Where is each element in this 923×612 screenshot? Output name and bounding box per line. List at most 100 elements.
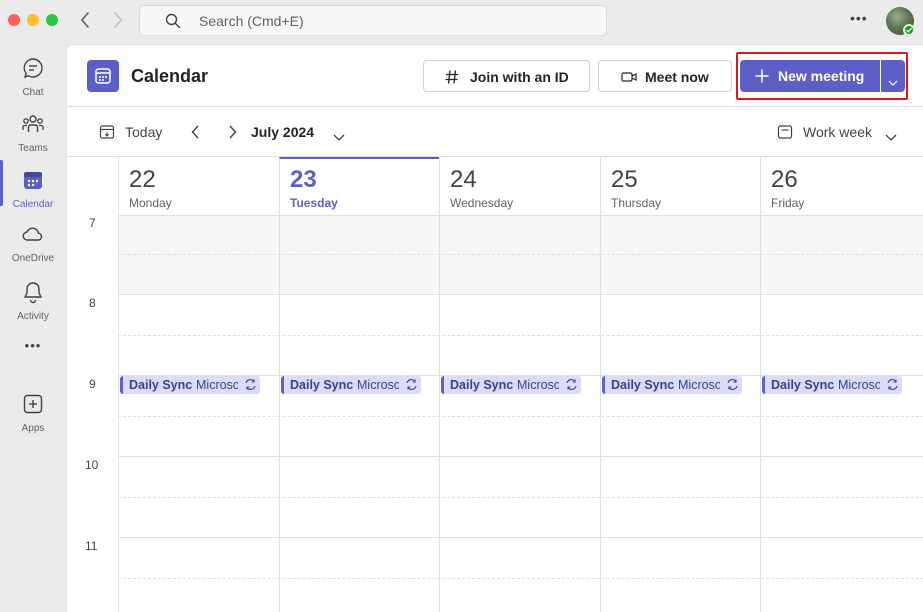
view-selector[interactable]: Work week xyxy=(775,119,899,145)
more-icon: ••• xyxy=(24,338,42,353)
event-location: Microsoft xyxy=(357,378,399,392)
work-week-icon xyxy=(777,124,793,145)
rail-item-label: Apps xyxy=(21,423,45,434)
meet-now-button[interactable]: Meet now xyxy=(598,60,732,92)
day-header-monday[interactable]: 22 Monday xyxy=(118,157,279,216)
event-location: Microsoft xyxy=(196,378,238,392)
previous-week-button[interactable] xyxy=(187,123,205,141)
rail-item-calendar[interactable]: Calendar xyxy=(0,162,66,214)
calendar-icon xyxy=(21,168,45,192)
cloud-icon xyxy=(21,222,45,246)
day-name: Monday xyxy=(129,196,172,210)
half-hour-line xyxy=(118,254,923,255)
chevron-down-icon xyxy=(333,129,345,147)
new-meeting-button[interactable]: New meeting xyxy=(740,60,880,92)
event-location: Microsoft xyxy=(517,378,559,392)
rail-item-activity[interactable]: Activity xyxy=(0,274,66,326)
join-with-id-button[interactable]: Join with an ID xyxy=(423,60,590,92)
hour-label: 8 xyxy=(89,296,96,310)
title-bar: Search (Cmd+E) ••• xyxy=(0,0,923,44)
chevron-left-icon xyxy=(191,125,199,139)
day-number: 23 xyxy=(290,166,317,193)
event-daily-sync-tuesday[interactable]: Daily Sync Microsoft xyxy=(281,376,421,394)
early-hours-shade xyxy=(118,216,923,294)
forward-arrow-icon[interactable] xyxy=(108,10,128,30)
today-button[interactable]: Today xyxy=(97,119,169,145)
rail-item-label: Calendar xyxy=(12,199,54,210)
chevron-down-icon xyxy=(885,129,897,147)
search-icon xyxy=(165,13,181,34)
chevron-right-icon xyxy=(229,125,237,139)
search-input[interactable]: Search (Cmd+E) xyxy=(139,5,607,36)
hour-line xyxy=(118,294,923,295)
new-meeting-label: New meeting xyxy=(778,68,865,84)
month-picker[interactable]: July 2024 xyxy=(251,119,351,145)
column-divider xyxy=(118,216,119,612)
rail-item-onedrive[interactable]: OneDrive xyxy=(0,216,66,268)
column-divider xyxy=(439,216,440,612)
calendar-header: Calendar Join with an ID Meet now New me… xyxy=(67,45,923,107)
rail-item-apps[interactable]: Apps xyxy=(0,386,66,438)
half-hour-line xyxy=(118,335,923,336)
month-label: July 2024 xyxy=(251,124,315,140)
calendar-toolbar: Today July 2024 Work week xyxy=(67,107,923,157)
presence-available-icon xyxy=(903,24,915,36)
event-title: Daily Sync xyxy=(129,378,193,392)
next-week-button[interactable] xyxy=(223,123,241,141)
teams-icon xyxy=(21,112,45,136)
day-header-wednesday[interactable]: 24 Wednesday xyxy=(439,157,600,216)
day-header-thursday[interactable]: 25 Thursday xyxy=(600,157,760,216)
recurring-icon xyxy=(726,378,739,394)
rail-more-apps[interactable]: ••• xyxy=(0,338,66,368)
calendar-today-icon xyxy=(99,124,115,145)
bell-icon xyxy=(21,280,45,304)
rail-item-teams[interactable]: Teams xyxy=(0,106,66,158)
add-app-icon xyxy=(21,392,45,416)
rail-item-label: Chat xyxy=(22,87,44,98)
column-divider xyxy=(760,216,761,612)
hour-label: 9 xyxy=(89,377,96,391)
day-header-friday[interactable]: 26 Friday xyxy=(760,157,923,216)
event-daily-sync-wednesday[interactable]: Daily Sync Microsoft xyxy=(441,376,581,394)
new-meeting-dropdown-button[interactable] xyxy=(881,60,905,92)
maximize-window-button[interactable] xyxy=(46,14,58,26)
column-divider xyxy=(279,216,280,612)
half-hour-line xyxy=(118,497,923,498)
teams-window: Search (Cmd+E) ••• Chat Teams Calendar O… xyxy=(0,0,923,612)
rail-item-chat[interactable]: Chat xyxy=(0,50,66,102)
join-with-id-label: Join with an ID xyxy=(470,69,569,85)
event-daily-sync-monday[interactable]: Daily Sync Microsoft xyxy=(120,376,260,394)
recurring-icon xyxy=(886,378,899,394)
event-daily-sync-thursday[interactable]: Daily Sync Microsoft xyxy=(602,376,742,394)
event-title: Daily Sync xyxy=(450,378,514,392)
half-hour-line xyxy=(118,578,923,579)
rail-item-label: Activity xyxy=(17,311,49,322)
rail-item-label: Teams xyxy=(18,143,48,154)
day-number: 22 xyxy=(129,166,156,193)
half-hour-line xyxy=(118,416,923,417)
event-daily-sync-friday[interactable]: Daily Sync Microsoft xyxy=(762,376,902,394)
day-header-tuesday[interactable]: 23 Tuesday xyxy=(279,157,439,216)
minimize-window-button[interactable] xyxy=(27,14,39,26)
day-name: Friday xyxy=(771,196,805,210)
more-options-icon[interactable]: ••• xyxy=(850,10,868,26)
hour-label: 10 xyxy=(85,458,99,472)
event-title: Daily Sync xyxy=(290,378,354,392)
recurring-icon xyxy=(405,378,418,394)
hashtag-icon xyxy=(444,69,460,88)
today-label: Today xyxy=(125,124,163,140)
day-number: 26 xyxy=(771,166,798,193)
chat-icon xyxy=(21,56,45,80)
hour-line xyxy=(118,456,923,457)
column-divider xyxy=(600,216,601,612)
chevron-down-icon xyxy=(888,73,898,91)
day-name: Wednesday xyxy=(450,196,514,210)
app-rail: Chat Teams Calendar OneDrive Activity ••… xyxy=(0,44,66,612)
view-label: Work week xyxy=(803,124,872,140)
hour-label: 11 xyxy=(85,539,98,553)
event-title: Daily Sync xyxy=(611,378,675,392)
back-arrow-icon[interactable] xyxy=(75,10,95,30)
day-name: Thursday xyxy=(611,196,662,210)
close-window-button[interactable] xyxy=(8,14,20,26)
plus-icon xyxy=(754,68,770,87)
